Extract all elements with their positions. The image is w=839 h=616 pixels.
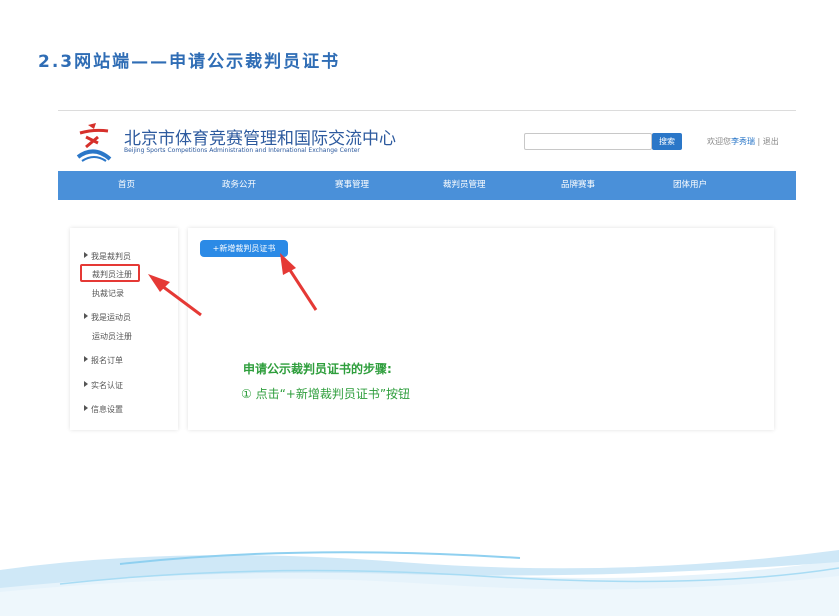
sidebar-group-referee-label: 我是裁判员 bbox=[91, 252, 131, 261]
sidebar-item-settings-label: 信息设置 bbox=[91, 405, 123, 414]
main-navbar: 首页 政务公开 赛事管理 裁判员管理 品牌赛事 团体用户 bbox=[58, 171, 796, 200]
decorative-wave bbox=[0, 550, 839, 616]
sidebar-item-verification[interactable]: 实名认证 bbox=[84, 380, 123, 391]
logout-link[interactable]: 退出 bbox=[763, 137, 779, 146]
sidebar-item-verification-label: 实名认证 bbox=[91, 381, 123, 390]
user-separator: | bbox=[755, 137, 763, 146]
sidebar-group-athlete-label: 我是运动员 bbox=[91, 313, 131, 322]
user-area: 欢迎您李秀瑞 | 退出 bbox=[707, 136, 779, 147]
nav-item-brand-events[interactable]: 品牌赛事 bbox=[561, 171, 595, 200]
nav-item-group-users[interactable]: 团体用户 bbox=[673, 171, 707, 200]
welcome-text: 欢迎您 bbox=[707, 137, 731, 146]
site-name-en: Beijing Sports Competitions Administrati… bbox=[124, 147, 360, 154]
triangle-right-icon bbox=[84, 356, 88, 362]
highlight-box bbox=[80, 264, 140, 282]
search-input[interactable] bbox=[524, 133, 652, 150]
slide-title: 2.3网站端——申请公示裁判员证书 bbox=[38, 52, 341, 72]
sidebar-item-orders[interactable]: 报名订单 bbox=[84, 355, 123, 366]
step-1-text: ① 点击“+新增裁判员证书”按钮 bbox=[241, 387, 411, 401]
triangle-right-icon bbox=[84, 381, 88, 387]
logo-icon bbox=[76, 123, 112, 162]
sidebar-item-officiating-records[interactable]: 执裁记录 bbox=[92, 288, 124, 299]
nav-item-home[interactable]: 首页 bbox=[118, 171, 135, 200]
site-name-cn: 北京市体育竞赛管理和国际交流中心 bbox=[124, 129, 396, 149]
add-referee-certificate-button[interactable]: +新增裁判员证书 bbox=[200, 240, 288, 257]
sidebar-group-referee[interactable]: 我是裁判员 bbox=[84, 251, 131, 262]
sidebar-item-athlete-register[interactable]: 运动员注册 bbox=[92, 331, 132, 342]
nav-item-referees[interactable]: 裁判员管理 bbox=[443, 171, 486, 200]
username-link[interactable]: 李秀瑞 bbox=[731, 137, 755, 146]
sidebar-item-settings[interactable]: 信息设置 bbox=[84, 404, 123, 415]
triangle-right-icon bbox=[84, 405, 88, 411]
nav-item-events[interactable]: 赛事管理 bbox=[335, 171, 369, 200]
steps-title: 申请公示裁判员证书的步骤: bbox=[243, 362, 392, 376]
sidebar-item-orders-label: 报名订单 bbox=[91, 356, 123, 365]
triangle-right-icon bbox=[84, 313, 88, 319]
triangle-right-icon bbox=[84, 252, 88, 258]
sidebar-group-athlete[interactable]: 我是运动员 bbox=[84, 312, 131, 323]
nav-item-government[interactable]: 政务公开 bbox=[222, 171, 256, 200]
search-button[interactable]: 搜索 bbox=[652, 133, 682, 150]
